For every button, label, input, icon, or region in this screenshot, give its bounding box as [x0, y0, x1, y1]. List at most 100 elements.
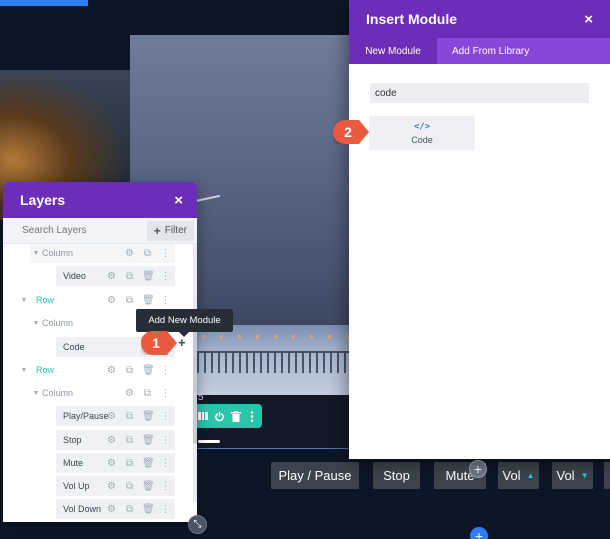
- layer-module-vol-up[interactable]: Vol Up ⚙ ⧉ 🗑 ⋮: [56, 476, 175, 496]
- filter-button[interactable]: + Filter: [146, 220, 194, 241]
- duplicate-icon[interactable]: ⧉: [124, 295, 135, 306]
- more-icon[interactable]: [245, 409, 259, 423]
- duplicate-icon[interactable]: ⧉: [124, 271, 135, 282]
- row-number: 5: [198, 392, 204, 403]
- duplicate-icon[interactable]: ⧉: [124, 365, 135, 376]
- gear-icon[interactable]: ⚙: [106, 295, 117, 306]
- gear-icon[interactable]: ⚙: [124, 388, 135, 399]
- trash-icon[interactable]: 🗑: [142, 504, 155, 515]
- caret-down-icon[interactable]: ▼: [30, 390, 42, 397]
- gear-icon[interactable]: ⚙: [106, 435, 117, 446]
- vol-down-button[interactable]: Vol ▼: [552, 462, 593, 489]
- plus-icon: +: [153, 223, 161, 238]
- gear-icon[interactable]: ⚙: [106, 458, 117, 469]
- power-icon[interactable]: [212, 409, 226, 423]
- more-icon[interactable]: ⋮: [160, 458, 171, 469]
- layer-actions: ⚙ ⧉ 🗑 ⋮: [106, 290, 171, 310]
- layers-title: Layers: [20, 192, 66, 208]
- layer-module-mute[interactable]: Mute ⚙ ⧉ 🗑 ⋮: [56, 453, 175, 473]
- layer-module-video[interactable]: Video ⚙ ⧉ 🗑 ⋮: [56, 266, 175, 286]
- module-result-label: Code: [411, 134, 433, 145]
- trash-icon[interactable]: 🗑: [142, 365, 155, 376]
- close-icon[interactable]: ×: [584, 11, 593, 28]
- duplicate-icon[interactable]: ⧉: [124, 458, 135, 469]
- gear-icon[interactable]: ⚙: [106, 481, 117, 492]
- row-toolbar[interactable]: [193, 404, 262, 428]
- more-icon[interactable]: ⋮: [160, 481, 171, 492]
- duplicate-icon[interactable]: ⧉: [124, 481, 135, 492]
- layer-column[interactable]: ▼ Column ⚙ ⧉ ⋮: [30, 383, 175, 403]
- tab-new-module[interactable]: New Module: [349, 38, 437, 64]
- module-search-input[interactable]: [370, 83, 589, 103]
- layer-actions: ⚙ ⧉ 🗑 ⋮: [106, 453, 171, 473]
- layer-actions: ⚙ ⧉ 🗑 ⋮: [106, 360, 171, 380]
- layers-search-bar: + Filter: [3, 218, 197, 244]
- layer-label: Row: [36, 295, 55, 305]
- add-row-circle-icon[interactable]: +: [470, 527, 488, 539]
- layer-module-play-pause[interactable]: Play/Pause ⚙ ⧉ 🗑 ⋮: [56, 406, 175, 426]
- stop-button[interactable]: Stop: [373, 462, 420, 489]
- duplicate-icon[interactable]: ⧉: [142, 248, 153, 259]
- more-icon[interactable]: ⋮: [160, 504, 171, 515]
- layer-label: Video: [63, 271, 86, 281]
- layer-label: Play/Pause: [63, 411, 109, 421]
- more-icon[interactable]: ⋮: [160, 365, 171, 376]
- trash-icon[interactable]: [229, 409, 243, 423]
- trash-icon[interactable]: 🗑: [142, 271, 155, 282]
- more-icon[interactable]: ⋮: [160, 271, 171, 282]
- trash-icon[interactable]: 🗑: [142, 295, 155, 306]
- layers-scrollbar-thumb[interactable]: [193, 324, 197, 444]
- layer-column[interactable]: ▼ Column ⚙ ⧉ ⋮: [30, 244, 175, 263]
- layers-search-input[interactable]: [22, 225, 132, 236]
- duplicate-icon[interactable]: ⧉: [124, 504, 135, 515]
- gear-icon[interactable]: ⚙: [124, 248, 135, 259]
- insert-module-modal: Insert Module × New Module Add From Libr…: [349, 0, 610, 459]
- code-icon: </>: [413, 121, 431, 132]
- tab-add-from-library[interactable]: Add From Library: [437, 38, 544, 64]
- layer-row[interactable]: ▼ Row ⚙ ⧉ 🗑 ⋮: [18, 290, 175, 310]
- caret-down-icon[interactable]: ▼: [18, 297, 30, 304]
- more-icon[interactable]: ⋮: [160, 388, 171, 399]
- layer-row[interactable]: ▼ Row ⚙ ⧉ 🗑 ⋮: [18, 360, 175, 380]
- trash-icon[interactable]: 🗑: [142, 411, 155, 422]
- triangle-up-icon: ▲: [526, 471, 535, 480]
- trash-icon[interactable]: 🗑: [142, 458, 155, 469]
- layer-module-stop[interactable]: Stop ⚙ ⧉ 🗑 ⋮: [56, 430, 175, 450]
- layers-header: Layers ×: [3, 182, 197, 218]
- layers-scrollbar[interactable]: [193, 244, 197, 502]
- layer-label: Column: [42, 248, 74, 258]
- caret-down-icon[interactable]: ▼: [18, 367, 30, 374]
- resize-handle-icon[interactable]: ⤡: [188, 515, 207, 534]
- vol-up-button[interactable]: Vol ▲: [498, 462, 539, 489]
- insert-module-header: Insert Module ×: [349, 0, 610, 38]
- layer-module-vol-down[interactable]: Vol Down ⚙ ⧉ 🗑 ⋮: [56, 499, 175, 519]
- more-icon[interactable]: ⋮: [160, 248, 171, 259]
- more-icon[interactable]: ⋮: [160, 411, 171, 422]
- gear-icon[interactable]: ⚙: [106, 271, 117, 282]
- layer-actions: ⚙ ⧉ ⋮: [124, 383, 171, 403]
- gear-icon[interactable]: ⚙: [106, 411, 117, 422]
- play-pause-button[interactable]: Play / Pause: [271, 462, 359, 489]
- more-icon[interactable]: ⋮: [160, 295, 171, 306]
- play-pause-label: Play / Pause: [278, 468, 352, 483]
- caret-down-icon[interactable]: ▼: [30, 320, 42, 327]
- vol-down-label: Vol: [556, 468, 575, 483]
- close-icon[interactable]: ×: [174, 192, 183, 209]
- layers-tree: ▼ Column ⚙ ⧉ ⋮ Video ⚙ ⧉ 🗑 ⋮ ▼ Row ⚙ ⧉ 🗑 ⋮ ▼ Col…: [3, 244, 197, 522]
- columns-icon[interactable]: [196, 409, 210, 423]
- add-module-plus-icon[interactable]: +: [178, 336, 190, 350]
- add-module-circle-icon[interactable]: +: [469, 460, 487, 478]
- duplicate-icon[interactable]: ⧉: [124, 411, 135, 422]
- module-result-code[interactable]: </> Code: [369, 116, 475, 150]
- video-fence: [190, 351, 350, 373]
- duplicate-icon[interactable]: ⧉: [124, 435, 135, 446]
- layer-actions: ⚙ ⧉ 🗑 ⋮: [106, 476, 171, 496]
- media-button-partial[interactable]: [604, 462, 610, 489]
- gear-icon[interactable]: ⚙: [106, 365, 117, 376]
- gear-icon[interactable]: ⚙: [106, 504, 117, 515]
- duplicate-icon[interactable]: ⧉: [142, 388, 153, 399]
- caret-down-icon[interactable]: ▼: [30, 250, 42, 257]
- trash-icon[interactable]: 🗑: [142, 435, 155, 446]
- trash-icon[interactable]: 🗑: [142, 481, 155, 492]
- more-icon[interactable]: ⋮: [160, 435, 171, 446]
